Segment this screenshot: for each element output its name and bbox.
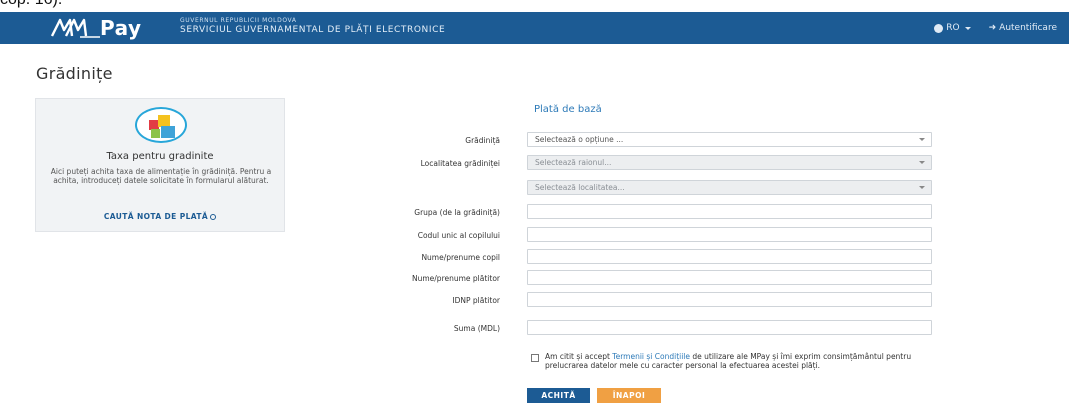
kindergarten-label: Grădiniță [465,136,500,145]
locality-label: Localitatea grădiniței [420,159,500,168]
top-navbar: Pay GUVERNUL REPUBLICII MOLDOVA SERVICIU… [0,12,1069,44]
section-title: Plată de bază [534,104,602,115]
kindergarten-select[interactable]: Selectează o opțiune ... [527,132,932,147]
payer-idnp-label: IDNP plătitor [452,296,500,305]
language-label: RO [946,23,960,33]
group-input[interactable] [527,204,932,219]
government-line-1: GUVERNUL REPUBLICII MOLDOVA [180,17,297,24]
chevron-down-icon [919,186,925,189]
payer-name-input[interactable] [527,270,932,285]
globe-icon [934,23,944,33]
search-icon [210,214,217,220]
service-name: Taxa pentru gradinite [106,151,214,162]
district-select[interactable]: Selectează raionul... [527,155,932,170]
chevron-down-icon [964,26,971,30]
child-name-label: Nume/prenume copil [421,253,500,262]
page-title: Grădinițe [36,64,113,83]
top-strip-text: cop. 16). [0,0,62,9]
login-link[interactable]: ➜ Autentificare [989,23,1057,33]
logo-text: Pay [100,16,142,40]
back-button[interactable]: ÎNAPOI [597,388,661,403]
chevron-down-icon [919,161,925,164]
locality-placeholder: Selectează localitatea... [535,183,625,192]
payer-name-label: Nume/prenume plătitor [412,274,500,283]
child-name-input[interactable] [527,249,932,264]
nav-right: RO ➜ Autentificare [934,12,1057,44]
mpay-logo-mark-icon [50,17,102,39]
group-label: Grupa (de la grădiniță) [414,208,500,217]
government-title: GUVERNUL REPUBLICII MOLDOVA SERVICIUL GU… [180,18,445,35]
child-code-label: Codul unic al copilului [417,231,500,240]
chevron-down-icon [919,138,925,141]
payer-idnp-input[interactable] [527,292,932,307]
language-selector[interactable]: RO [934,23,971,33]
pay-button[interactable]: ACHITĂ [527,388,590,403]
terms-checkbox[interactable] [531,354,539,362]
blocks-icon [135,107,187,143]
locality-select[interactable]: Selectează localitatea... [527,180,932,195]
find-payment-note-link[interactable]: CAUTĂ NOTA DE PLATĂ [36,212,284,221]
login-label: Autentificare [999,23,1057,33]
sign-in-icon: ➜ [988,23,997,33]
amount-label: Suma (MDL) [453,324,500,333]
government-line-2: SERVICIUL GUVERNAMENTAL DE PLĂȚI ELECTRO… [180,25,446,35]
mpay-logo[interactable]: Pay [50,14,142,42]
service-description: Aici puteți achita taxa de alimentație î… [50,167,272,185]
find-payment-note-label: CAUTĂ NOTA DE PLATĂ [103,212,209,221]
child-code-input[interactable] [527,227,932,242]
top-strip: cop. 16). [0,0,1069,12]
service-card: Taxa pentru gradinite Aici puteți achita… [35,98,285,232]
district-placeholder: Selectează raionul... [535,158,612,167]
kindergarten-placeholder: Selectează o opțiune ... [535,135,624,144]
amount-input[interactable] [527,320,932,335]
terms-text: Am citit și accept Termenii și Condițiil… [545,352,930,370]
